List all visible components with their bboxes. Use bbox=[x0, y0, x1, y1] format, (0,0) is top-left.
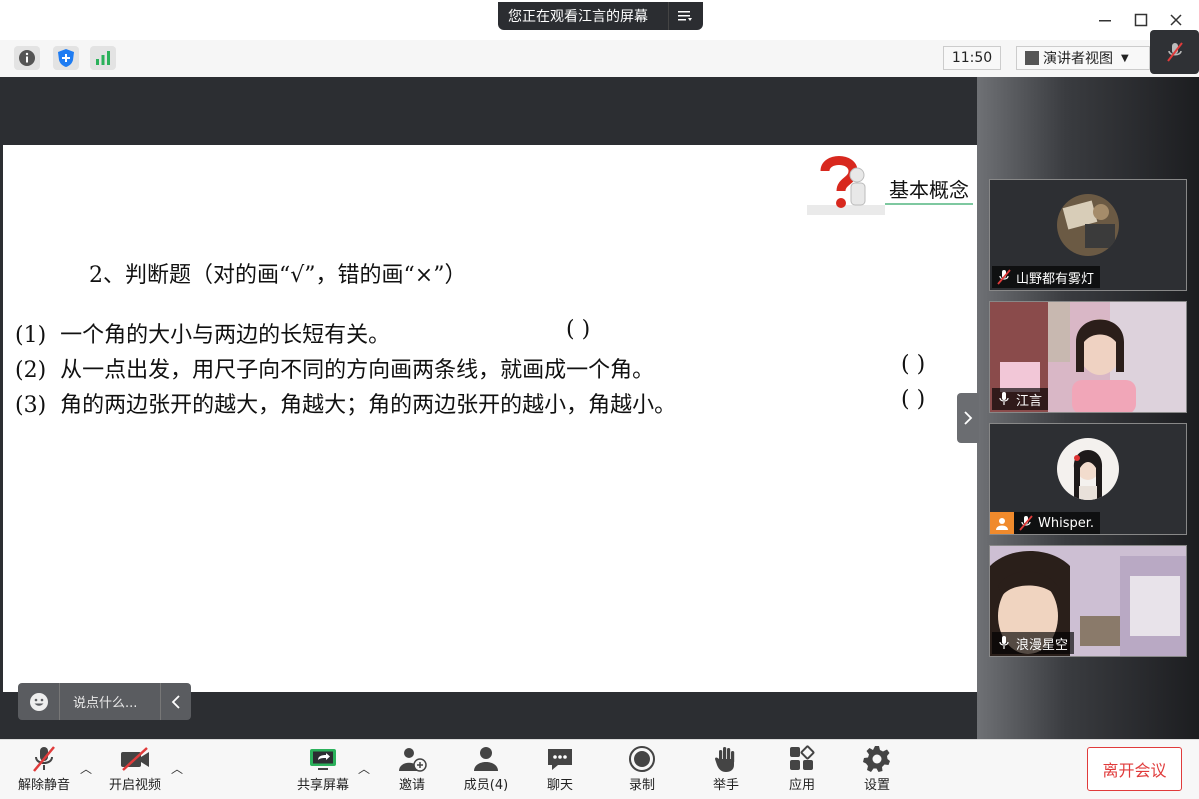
signal-strength-icon[interactable] bbox=[90, 46, 116, 70]
participant-name: 江言 bbox=[1016, 393, 1043, 409]
participant-tile[interactable]: 浪漫星空 bbox=[989, 545, 1187, 657]
settings-button[interactable]: 设置 bbox=[841, 744, 913, 796]
participant-name: 浪漫星空 bbox=[1016, 637, 1069, 653]
share-screen-label: 共享屏幕 bbox=[296, 778, 349, 793]
participant-tile[interactable]: 江言 bbox=[989, 301, 1187, 413]
quick-chat-bar[interactable]: 说点什么... bbox=[18, 683, 191, 720]
answer-bracket-2: ( ) bbox=[901, 352, 926, 377]
members-button[interactable]: 成员(4) bbox=[450, 744, 522, 796]
hand-icon bbox=[710, 744, 742, 774]
leave-meeting-button[interactable]: 离开会议 bbox=[1087, 747, 1182, 791]
user-icon bbox=[990, 512, 1014, 534]
share-screen-icon bbox=[307, 744, 339, 774]
settings-label: 设置 bbox=[863, 778, 890, 793]
unmute-label: 解除静音 bbox=[17, 778, 70, 793]
start-video-label: 开启视频 bbox=[108, 778, 161, 793]
item-text: 从一点出发，用尺子向不同的方向画两条线，就画成一个角。 bbox=[60, 358, 655, 383]
chat-button[interactable]: 聊天 bbox=[524, 744, 596, 796]
participant-name: Whisper. bbox=[1038, 515, 1095, 531]
presentation-slide: 基本概念 2、判断题（对的画“√”，错的画“×”） (1) 一个角的大小与两边的… bbox=[3, 145, 977, 692]
banner-menu-icon[interactable] bbox=[668, 2, 700, 30]
slide-heading: 基本概念 bbox=[807, 153, 973, 215]
meeting-controls-bar: 解除静音 ︿ 开启视频 ︿ 共享屏幕 ︿ 邀请 成员(4) 聊天 录制 举手 应… bbox=[0, 739, 1199, 799]
section-label: 基本概念 bbox=[885, 174, 973, 205]
avatar bbox=[1057, 194, 1119, 256]
record-button[interactable]: 录制 bbox=[606, 744, 678, 796]
muted-mic-icon bbox=[996, 269, 1012, 285]
chevron-up-icon[interactable]: ︿ bbox=[171, 760, 183, 777]
info-icon[interactable] bbox=[14, 46, 40, 70]
item-text: 一个角的大小与两边的长短有关。 bbox=[60, 323, 391, 348]
emoji-icon[interactable] bbox=[18, 683, 60, 720]
question-item-1: (1) 一个角的大小与两边的长短有关。 bbox=[15, 317, 390, 349]
chevron-left-icon[interactable] bbox=[160, 683, 190, 720]
minimize-icon[interactable] bbox=[1093, 8, 1117, 32]
gear-icon bbox=[861, 744, 893, 774]
share-screen-button[interactable]: 共享屏幕 bbox=[287, 744, 359, 796]
question-item-2: (2) 从一点出发，用尺子向不同的方向画两条线，就画成一个角。 bbox=[15, 352, 654, 384]
answer-bracket-1: ( ) bbox=[566, 317, 591, 342]
apps-icon bbox=[786, 744, 818, 774]
chat-icon bbox=[544, 744, 576, 774]
answer-bracket-3: ( ) bbox=[901, 387, 926, 412]
raise-hand-button[interactable]: 举手 bbox=[690, 744, 762, 796]
share-banner-text: 您正在观看江言的屏幕 bbox=[508, 9, 648, 25]
chat-label: 聊天 bbox=[546, 778, 573, 793]
speaker-view-icon bbox=[1025, 51, 1039, 65]
mic-icon bbox=[996, 635, 1012, 651]
record-icon bbox=[626, 744, 658, 774]
meeting-clock: 11:50 bbox=[943, 46, 1001, 70]
item-number: (3) bbox=[15, 393, 47, 418]
shared-screen: 基本概念 2、判断题（对的画“√”，错的画“×”） (1) 一个角的大小与两边的… bbox=[0, 77, 977, 739]
record-label: 录制 bbox=[628, 778, 655, 793]
chevron-down-icon: ▼ bbox=[1121, 52, 1129, 64]
question-mark-figure-icon bbox=[807, 153, 885, 215]
item-number: (2) bbox=[15, 358, 47, 383]
close-icon[interactable] bbox=[1164, 8, 1188, 32]
participant-name: 山野都有雾灯 bbox=[1016, 271, 1095, 287]
view-mode-label: 演讲者视图 bbox=[1043, 51, 1113, 67]
maximize-icon[interactable] bbox=[1129, 8, 1153, 32]
members-icon bbox=[470, 744, 502, 774]
muted-mic-icon bbox=[28, 744, 60, 774]
item-text: 角的两边张开的越大，角越大；角的两边张开的越小，角越小。 bbox=[60, 393, 677, 418]
shield-icon[interactable] bbox=[53, 46, 79, 70]
muted-mic-indicator[interactable] bbox=[1150, 30, 1199, 74]
mic-icon bbox=[996, 391, 1012, 407]
participant-name-tag: 浪漫星空 bbox=[992, 632, 1075, 654]
screen-share-banner[interactable]: 您正在观看江言的屏幕 bbox=[498, 2, 703, 30]
muted-mic-icon bbox=[1018, 515, 1034, 531]
apps-label: 应用 bbox=[788, 778, 815, 793]
top-toolbar: 11:50 演讲者视图 ▼ bbox=[0, 40, 1199, 77]
add-user-icon bbox=[396, 744, 428, 774]
question-item-3: (3) 角的两边张开的越大，角越大；角的两边张开的越小，角越小。 bbox=[15, 387, 676, 419]
video-off-icon bbox=[119, 744, 151, 774]
chat-input-placeholder[interactable]: 说点什么... bbox=[60, 692, 160, 711]
chevron-up-icon[interactable]: ︿ bbox=[358, 760, 370, 777]
unmute-button[interactable]: 解除静音 bbox=[8, 744, 80, 796]
collapse-gallery-handle[interactable] bbox=[957, 393, 979, 443]
participant-name-tag: Whisper. bbox=[990, 512, 1101, 534]
meeting-window: 您正在观看江言的屏幕 11:50 演讲者视图 ▼ 基本概念 2、判断题（对的画“… bbox=[0, 0, 1199, 799]
participant-tile[interactable]: 山野都有雾灯 bbox=[989, 179, 1187, 291]
raise-hand-label: 举手 bbox=[712, 778, 739, 793]
start-video-button[interactable]: 开启视频 bbox=[99, 744, 171, 796]
view-mode-select[interactable]: 演讲者视图 ▼ bbox=[1016, 46, 1150, 70]
avatar bbox=[1057, 438, 1119, 500]
invite-button[interactable]: 邀请 bbox=[376, 744, 448, 796]
chevron-up-icon[interactable]: ︿ bbox=[80, 760, 92, 777]
participant-tile[interactable]: Whisper. bbox=[989, 423, 1187, 535]
invite-label: 邀请 bbox=[398, 778, 425, 793]
participant-name-tag: 山野都有雾灯 bbox=[992, 266, 1101, 288]
title-bar: 您正在观看江言的屏幕 bbox=[0, 0, 1199, 40]
question-title: 2、判断题（对的画“√”，错的画“×”） bbox=[89, 263, 467, 288]
item-number: (1) bbox=[15, 323, 47, 348]
apps-button[interactable]: 应用 bbox=[766, 744, 838, 796]
participant-name-tag: 江言 bbox=[992, 388, 1049, 410]
members-label: 成员(4) bbox=[463, 778, 509, 793]
